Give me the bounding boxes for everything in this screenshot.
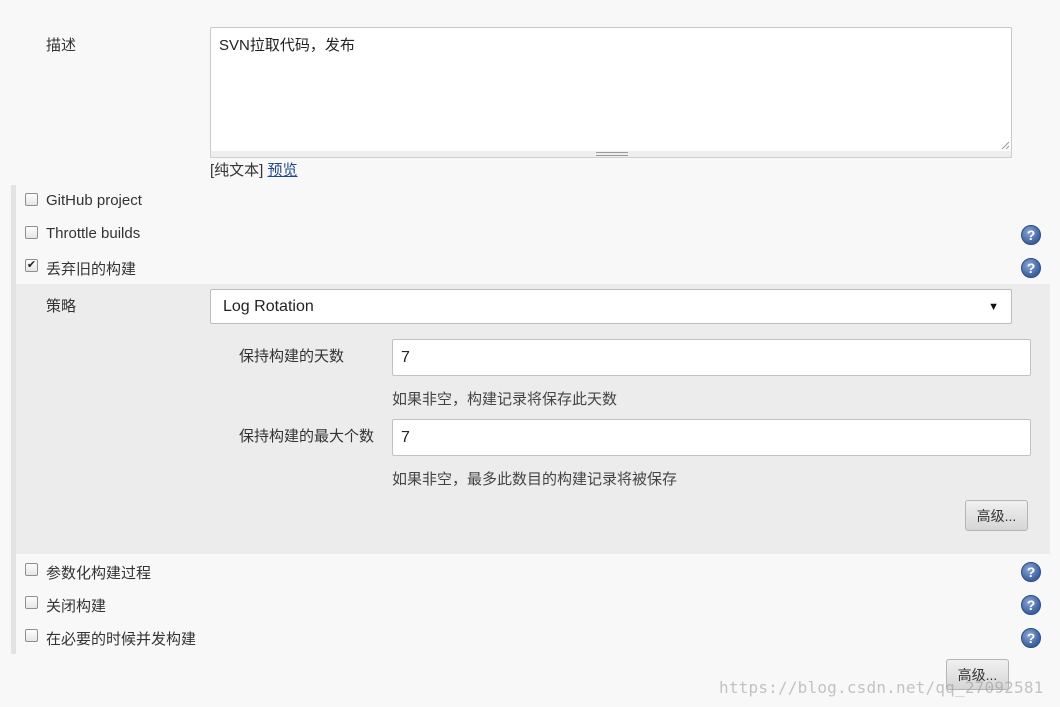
textarea-resize-bar[interactable] <box>210 151 1012 158</box>
days-to-keep-input[interactable]: 7 <box>392 339 1031 376</box>
discard-old-builds-checkbox[interactable]: ✔ <box>25 259 38 272</box>
days-to-keep-value: 7 <box>401 348 410 366</box>
max-builds-value: 7 <box>401 428 410 446</box>
max-builds-input[interactable]: 7 <box>392 419 1031 456</box>
help-icon[interactable]: ? <box>1021 225 1041 245</box>
github-project-label: GitHub project <box>46 192 142 209</box>
github-project-checkbox[interactable] <box>25 193 38 206</box>
help-icon[interactable]: ? <box>1021 562 1041 582</box>
max-builds-hint: 如果非空，最多此数目的构建记录将被保存 <box>392 471 678 488</box>
help-icon[interactable]: ? <box>1021 628 1041 648</box>
disable-build-checkbox[interactable] <box>25 596 38 609</box>
description-label: 描述 <box>46 37 77 54</box>
throttle-builds-label: Throttle builds <box>46 225 141 242</box>
parameterized-checkbox[interactable] <box>25 563 38 576</box>
description-textarea[interactable]: SVN拉取代码，发布 <box>210 27 1012 152</box>
strategy-selected-value: Log Rotation <box>223 297 314 315</box>
disable-build-label: 关闭构建 <box>46 598 107 615</box>
strategy-label: 策略 <box>46 298 77 315</box>
days-to-keep-label: 保持构建的天数 <box>239 348 345 365</box>
strategy-advanced-button[interactable]: 高级... <box>965 500 1028 531</box>
description-text: SVN拉取代码，发布 <box>219 37 355 54</box>
help-icon[interactable]: ? <box>1021 258 1041 278</box>
resize-handle-icon[interactable] <box>1000 140 1010 150</box>
preview-link[interactable]: 预览 <box>268 162 298 179</box>
parameterized-label: 参数化构建过程 <box>46 565 152 582</box>
concurrent-build-checkbox[interactable] <box>25 629 38 642</box>
help-icon[interactable]: ? <box>1021 595 1041 615</box>
dropdown-arrow-icon: ▼ <box>988 300 999 313</box>
days-to-keep-hint: 如果非空，构建记录将保存此天数 <box>392 391 618 408</box>
throttle-builds-checkbox[interactable] <box>25 226 38 239</box>
grip-icon <box>596 152 628 156</box>
concurrent-build-label: 在必要的时候并发构建 <box>46 631 197 648</box>
discard-old-builds-label: 丢弃旧的构建 <box>46 261 137 278</box>
max-builds-label: 保持构建的最大个数 <box>239 428 375 445</box>
format-label: [纯文本] <box>210 162 264 179</box>
format-line: [纯文本] 预览 <box>210 159 298 180</box>
strategy-select[interactable]: Log Rotation ▼ <box>210 289 1012 324</box>
checkmark-icon: ✔ <box>26 259 37 271</box>
watermark: https://blog.csdn.net/qq_27092581 <box>719 678 1044 697</box>
